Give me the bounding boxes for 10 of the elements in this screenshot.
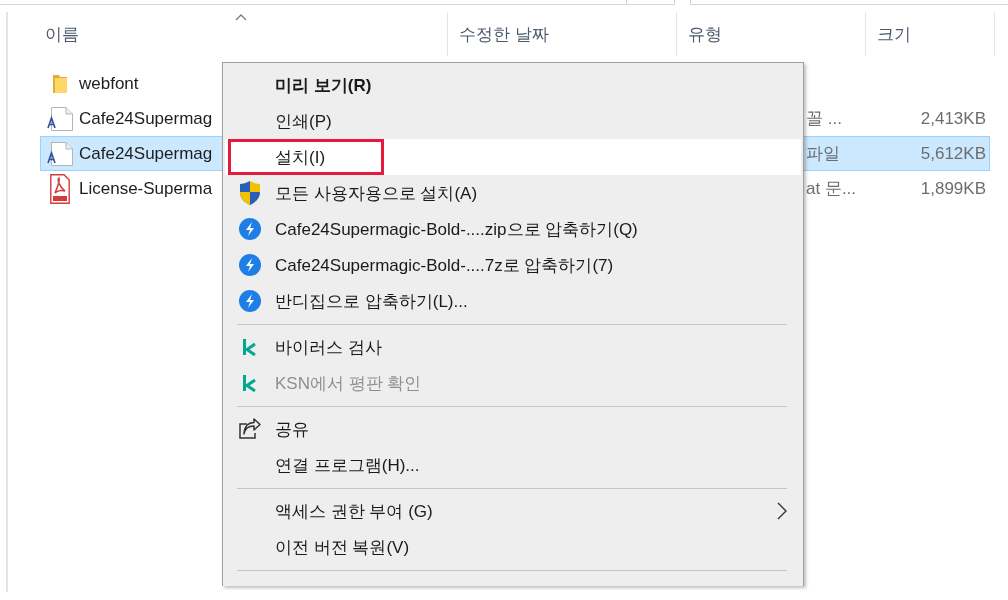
file-type: 파일: [806, 144, 840, 163]
file-size: 2,413KB: [920, 108, 986, 128]
file-name: webfont: [79, 73, 139, 94]
file-name: Cafe24Supermag: [79, 143, 213, 164]
file-name: Cafe24Supermag: [79, 108, 213, 129]
file-size: 1,899KB: [920, 178, 986, 198]
file-name: License-Superma: [79, 178, 213, 199]
file-type: 꼴 ...: [806, 109, 842, 128]
file-type: at 문...: [806, 179, 857, 198]
file-size: 5,612KB: [920, 143, 986, 163]
